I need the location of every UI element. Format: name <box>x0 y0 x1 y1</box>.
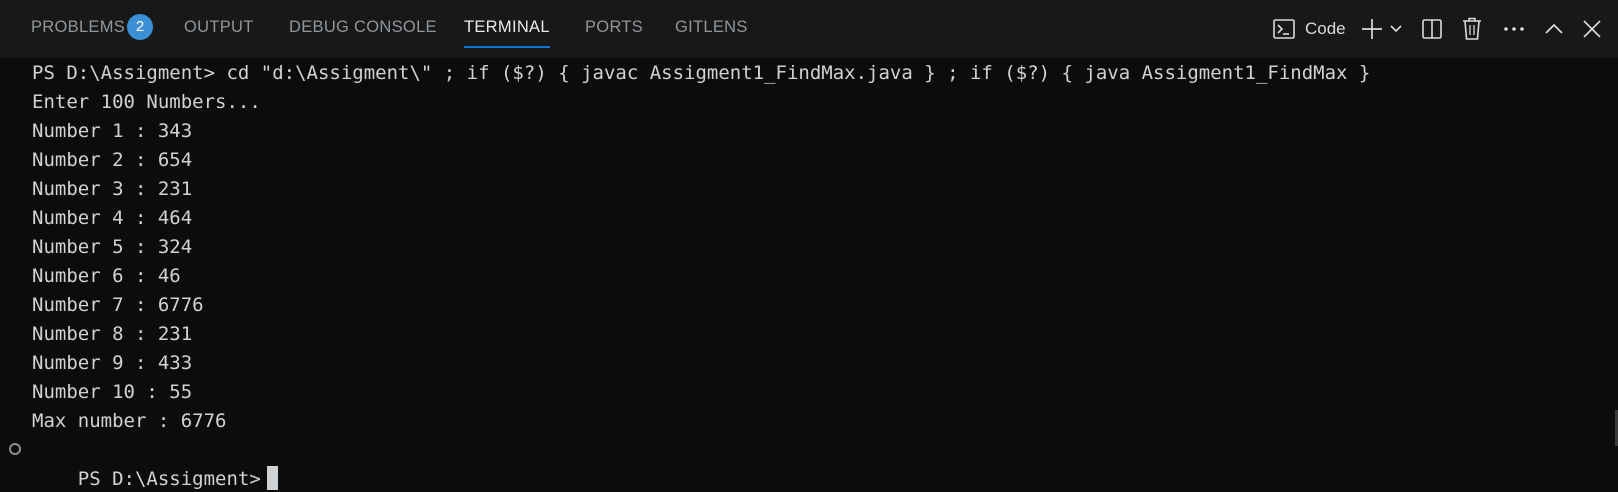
terminal-line: Number 9 : 433 <box>32 352 193 374</box>
tab-output[interactable]: OUTPUT <box>184 18 254 48</box>
close-panel-button[interactable] <box>1580 17 1604 41</box>
problems-count-badge: 2 <box>127 14 153 40</box>
terminal-line: Number 7 : 6776 <box>32 294 204 316</box>
terminal-line: Enter 100 Numbers... <box>32 91 261 113</box>
tab-gitlens[interactable]: GITLENS <box>675 18 748 48</box>
terminal-line: Number 4 : 464 <box>32 207 193 229</box>
split-icon <box>1420 17 1444 41</box>
terminal-icon <box>1272 17 1296 41</box>
tab-ports[interactable]: PORTS <box>585 18 643 48</box>
terminal-line: Number 3 : 231 <box>32 178 193 200</box>
new-terminal-button[interactable] <box>1360 17 1384 41</box>
chevron-up-icon <box>1542 17 1566 41</box>
tab-problems[interactable]: PROBLEMS 2 <box>31 14 153 48</box>
tab-terminal[interactable]: TERMINAL <box>464 18 550 48</box>
tab-label: GITLENS <box>675 18 748 36</box>
maximize-panel-button[interactable] <box>1542 17 1566 41</box>
terminal-profile-label[interactable]: Code <box>1305 19 1346 39</box>
split-terminal-button[interactable] <box>1420 17 1444 41</box>
panel-header: PROBLEMS 2 OUTPUT DEBUG CONSOLE TERMINAL… <box>0 0 1618 58</box>
more-actions-button[interactable] <box>1502 17 1526 41</box>
more-icon <box>1502 17 1526 41</box>
trash-icon <box>1460 16 1484 42</box>
terminal-line: Number 8 : 231 <box>32 323 193 345</box>
tab-label: PORTS <box>585 18 644 36</box>
terminal-line: Number 10 : 55 <box>32 381 193 403</box>
terminal-prompt: PS D:\Assigment> <box>77 468 261 490</box>
terminal-line: Number 1 : 343 <box>32 120 193 142</box>
terminal-line: PS D:\Assigment> cd "d:\Assigment\" ; if… <box>32 62 1371 84</box>
close-icon <box>1580 17 1604 41</box>
tab-label: OUTPUT <box>184 18 254 36</box>
command-decoration-icon[interactable] <box>9 443 21 455</box>
terminal-viewport[interactable]: PS D:\Assigment> cd "d:\Assigment\" ; if… <box>0 58 1618 492</box>
kill-terminal-button[interactable] <box>1460 16 1484 42</box>
terminal-dropdown-button[interactable] <box>1388 21 1404 37</box>
terminal-line: Number 2 : 654 <box>32 149 193 171</box>
terminal-prompt-line[interactable]: PS D:\Assigment> <box>32 436 278 490</box>
chevron-down-icon <box>1388 21 1404 37</box>
terminal-profile-button[interactable] <box>1272 17 1296 41</box>
terminal-line: Max number : 6776 <box>32 410 227 432</box>
terminal-line: Number 5 : 324 <box>32 236 193 258</box>
tab-label: DEBUG CONSOLE <box>289 18 437 36</box>
plus-icon <box>1360 17 1384 41</box>
tab-debug-console[interactable]: DEBUG CONSOLE <box>289 18 437 48</box>
terminal-line: Number 6 : 46 <box>32 265 181 287</box>
tab-label: PROBLEMS <box>31 18 126 36</box>
tab-label: TERMINAL <box>464 18 550 36</box>
terminal-cursor <box>266 466 278 490</box>
